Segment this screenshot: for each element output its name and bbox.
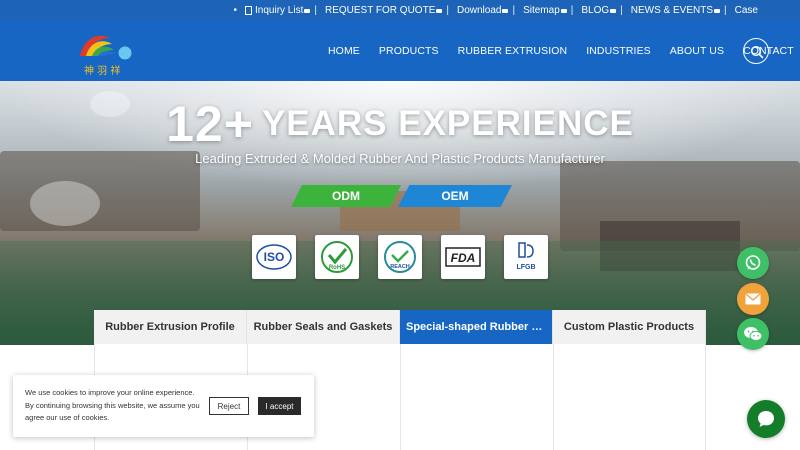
live-chat-button[interactable]: [747, 400, 785, 438]
tab-rubber-seals-gaskets[interactable]: Rubber Seals and Gaskets: [247, 310, 400, 344]
download-link[interactable]: Download: [457, 5, 512, 16]
tab-rubber-extrusion-profile[interactable]: Rubber Extrusion Profile: [94, 310, 247, 344]
search-button[interactable]: [743, 38, 769, 64]
badge-icon: [304, 8, 311, 13]
hero-banner: 12+ YEARS EXPERIENCE Leading Extruded & M…: [0, 81, 800, 345]
wechat-button[interactable]: [737, 318, 769, 350]
svg-text:LFGB: LFGB: [516, 264, 535, 271]
utility-links: • Inquiry List | REQUEST FOR QUOTE | Dow…: [233, 5, 759, 16]
svg-text:ISO: ISO: [264, 250, 285, 264]
reach-cert-icon: REACH: [378, 235, 422, 279]
tab-custom-plastic-products[interactable]: Custom Plastic Products: [553, 310, 706, 344]
main-header: 神 羽 祥 HOME PRODUCTS RUBBER EXTRUSION IND…: [0, 21, 800, 81]
svg-text:RoHS: RoHS: [329, 265, 345, 271]
blog-link[interactable]: BLOG: [581, 5, 620, 16]
document-icon: [245, 6, 253, 15]
cookie-accept-button[interactable]: I accept: [258, 397, 301, 415]
main-nav: HOME PRODUCTS RUBBER EXTRUSION INDUSTRIE…: [328, 21, 794, 81]
fda-cert-icon: FDA: [441, 235, 485, 279]
whatsapp-button[interactable]: [737, 247, 769, 279]
inquiry-list-link[interactable]: Inquiry List: [245, 5, 314, 16]
badge-icon: [502, 8, 509, 13]
request-quote-link[interactable]: REQUEST FOR QUOTE: [325, 5, 446, 16]
badge-icon: [436, 8, 443, 13]
nav-industries[interactable]: INDUSTRIES: [586, 45, 651, 57]
chat-bubble-icon: [758, 411, 774, 427]
rohs-cert-icon: RoHS: [315, 235, 359, 279]
cookie-reject-button[interactable]: Reject: [209, 397, 249, 415]
cookie-message: We use cookies to improve your online ex…: [25, 388, 200, 422]
nav-home[interactable]: HOME: [328, 45, 360, 57]
nav-rubber-extrusion[interactable]: RUBBER EXTRUSION: [458, 45, 568, 57]
sitemap-link[interactable]: Sitemap: [523, 5, 571, 16]
search-icon: [750, 45, 764, 59]
top-utility-bar: • Inquiry List | REQUEST FOR QUOTE | Dow…: [0, 0, 800, 21]
svg-text:神 羽 祥: 神 羽 祥: [84, 64, 120, 77]
svg-text:REACH: REACH: [390, 264, 410, 270]
email-button[interactable]: [737, 283, 769, 315]
nav-about-us[interactable]: ABOUT US: [670, 45, 724, 57]
whatsapp-icon: [745, 255, 761, 270]
news-events-link[interactable]: NEWS & EVENTS: [631, 5, 724, 16]
lfgb-cert-icon: LFGB: [504, 235, 548, 279]
case-link[interactable]: Case: [735, 5, 758, 16]
bullet-icon: •: [233, 5, 238, 16]
mail-icon: [745, 293, 761, 305]
iso-cert-icon: ISO: [252, 235, 296, 279]
company-logo[interactable]: 神 羽 祥: [74, 24, 138, 78]
tab-special-shaped-rubber-parts[interactable]: Special-shaped Rubber Par...: [400, 310, 553, 344]
product-category-tabs: Rubber Extrusion Profile Rubber Seals an…: [94, 310, 706, 344]
wechat-icon: [744, 327, 763, 342]
tab-panel: [400, 344, 553, 450]
factory-light: [30, 181, 100, 226]
hero-headline: 12+ YEARS EXPERIENCE: [166, 96, 634, 152]
odm-badge: ODM: [291, 185, 401, 207]
cookie-consent-banner: We use cookies to improve your online ex…: [13, 375, 314, 437]
nav-products[interactable]: PRODUCTS: [379, 45, 439, 57]
hero-subtitle: Leading Extruded & Molded Rubber And Pla…: [195, 151, 605, 166]
oem-badge: OEM: [398, 185, 512, 207]
tab-panel: [553, 344, 706, 450]
badge-icon: [610, 8, 617, 13]
svg-text:FDA: FDA: [451, 251, 476, 265]
badge-icon: [714, 8, 721, 13]
logo-icon: 神 羽 祥: [80, 35, 132, 77]
badge-icon: [560, 8, 567, 13]
